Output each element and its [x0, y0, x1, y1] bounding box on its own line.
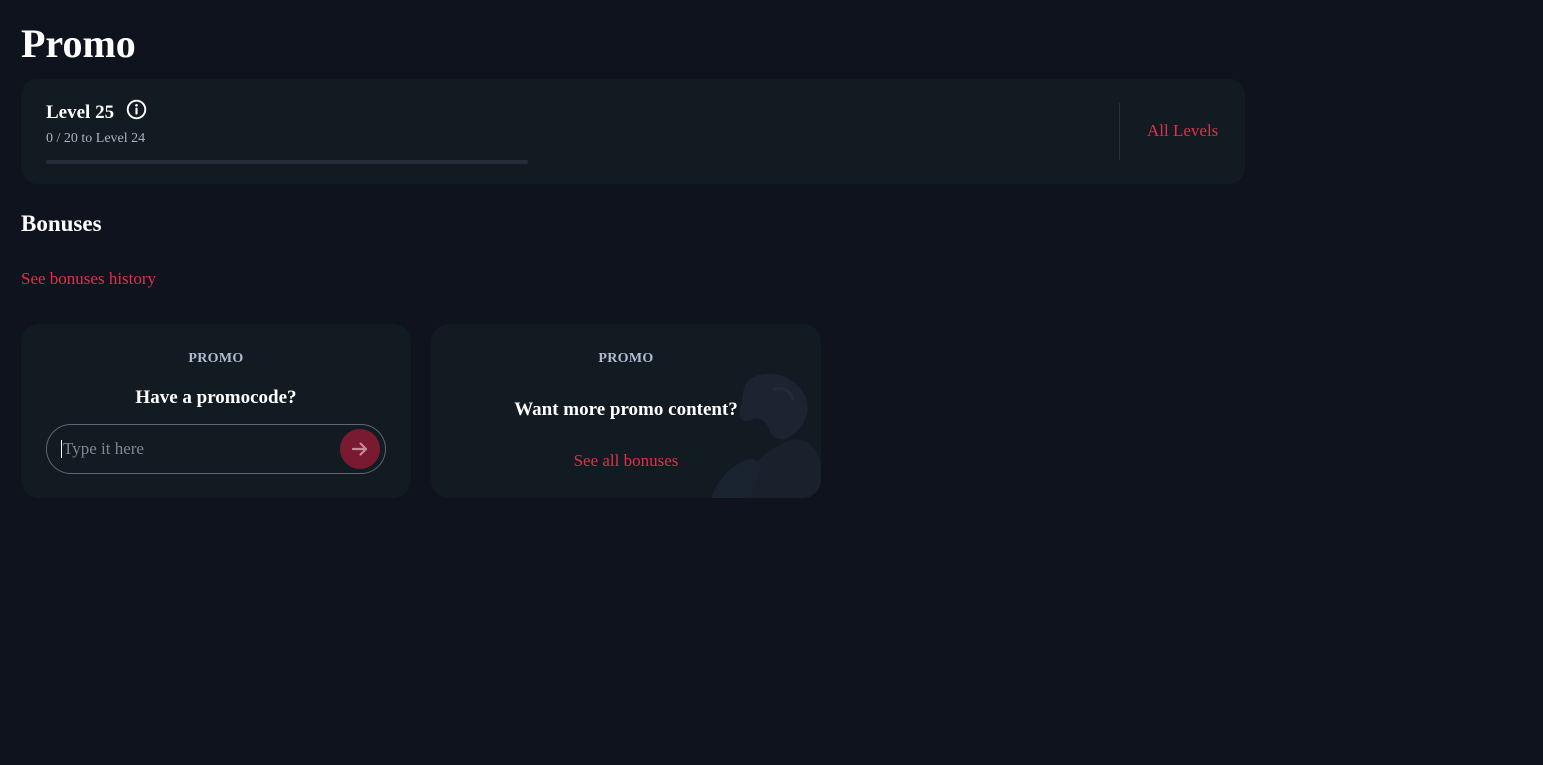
bonuses-title: Bonuses — [21, 211, 102, 236]
card-heading: Want more promo content? — [514, 399, 738, 420]
all-levels-link[interactable]: All Levels — [1147, 121, 1218, 141]
card-heading: Have a promocode? — [135, 387, 297, 408]
submit-promocode-button[interactable] — [340, 429, 380, 469]
page-title: Promo — [21, 21, 136, 66]
bonuses-history-link[interactable]: See bonuses history — [21, 269, 156, 289]
level-title-row: Level 25 — [46, 99, 147, 127]
card-label: PROMO — [598, 351, 654, 366]
level-card: Level 25 0 / 20 to Level 24 All Levels — [21, 79, 1245, 184]
promocode-card: PROMO Have a promocode? — [21, 324, 411, 498]
level-progress-bar — [46, 160, 528, 164]
card-label: PROMO — [188, 351, 244, 366]
see-all-bonuses-link[interactable]: See all bonuses — [431, 451, 821, 471]
arrow-right-icon — [351, 442, 368, 456]
promocode-field — [46, 424, 386, 474]
promocode-input[interactable] — [61, 440, 333, 458]
promo-content-card: PROMO Want more promo content? See all b… — [431, 324, 821, 498]
promo-page: Promo Level 25 0 / 20 to Level 24 All Le… — [0, 0, 1543, 765]
level-divider — [1119, 103, 1120, 160]
level-title: Level 25 — [46, 102, 115, 123]
level-progress-text: 0 / 20 to Level 24 — [46, 131, 146, 146]
info-icon[interactable] — [126, 99, 147, 120]
mask-icon — [711, 373, 821, 498]
